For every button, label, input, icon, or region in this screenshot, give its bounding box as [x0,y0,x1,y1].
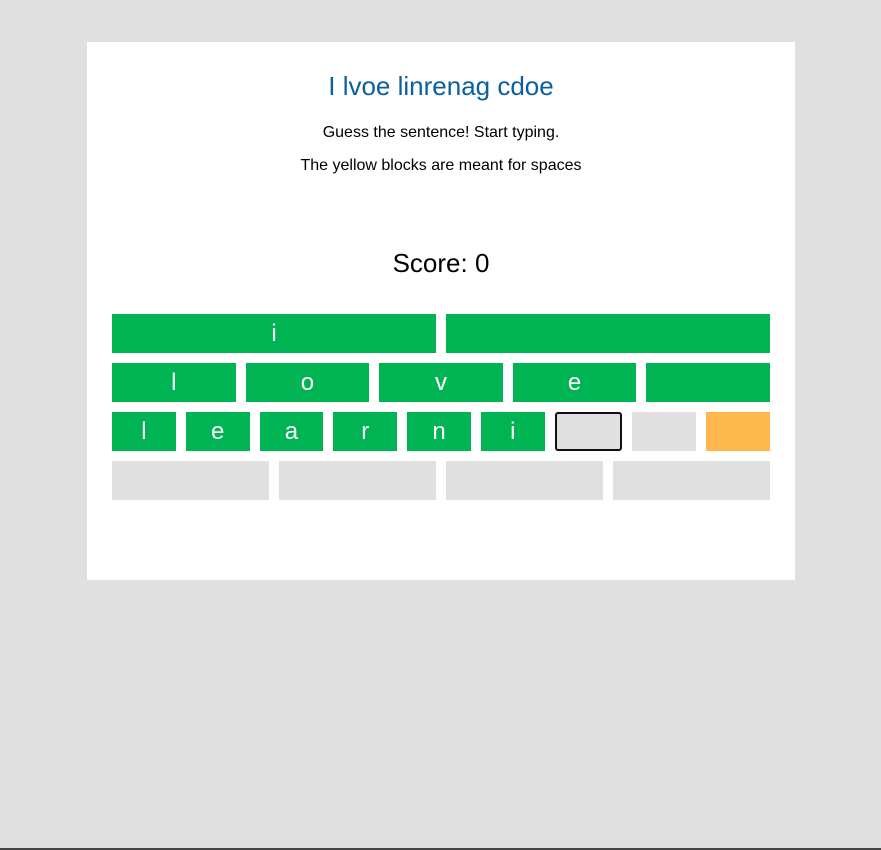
letter-tile: v [379,363,503,402]
letter-tile: r [333,412,398,451]
space-hint-text: The yellow blocks are meant for spaces [300,157,582,174]
letter-tile: o [245,363,370,402]
word-row: learni [112,412,771,451]
letter-tile: a [259,412,324,451]
letter-tile: e [512,363,637,402]
letter-tile: i [480,412,545,451]
game-card: I lvoe linrenag cdoe Guess the sentence!… [87,42,795,580]
score-display: Score: 0 [392,248,490,278]
empty-letter-tile [112,461,269,500]
letter-tile: l [112,412,176,451]
instructions-text: Guess the sentence! Start typing. [322,124,560,141]
empty-letter-tile [613,461,770,500]
space-tile [706,412,771,451]
letter-tile [646,363,770,402]
letter-tile [446,314,770,353]
active-letter-tile[interactable] [554,412,623,451]
word-row: i [112,314,770,353]
letter-board[interactable]: ilovelearni [112,314,771,510]
word-row: love [112,363,770,402]
letter-tile: e [185,412,250,451]
letter-tile: l [112,363,236,402]
letter-tile: n [407,412,471,451]
empty-letter-tile [446,461,603,500]
empty-letter-tile [279,461,436,500]
empty-letter-tile [632,412,697,451]
puzzle-title: I lvoe linrenag cdoe [328,71,554,101]
word-row [112,461,770,500]
letter-tile: i [112,314,436,353]
